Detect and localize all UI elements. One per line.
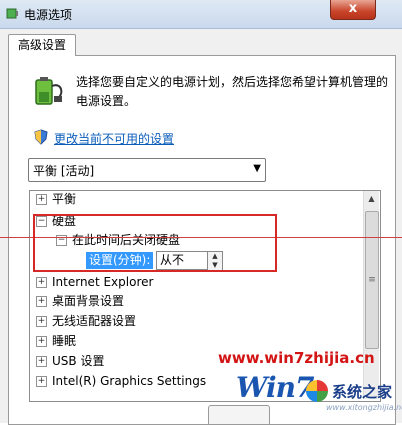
windows-logo-icon [306,380,328,402]
expand-icon[interactable]: + [36,296,47,307]
power-options-app-icon [6,8,18,19]
expand-icon[interactable]: + [36,316,47,327]
expand-icon[interactable]: + [36,336,47,347]
change-unavailable-settings-link[interactable]: 更改当前不可用的设置 [54,130,174,147]
tree-item-internet-explorer[interactable]: + Internet Explorer [36,274,153,291]
expand-icon[interactable]: + [36,194,47,205]
tree-item-label: Internet Explorer [52,275,154,289]
tree-item-label: USB 设置 [52,354,105,368]
title-bar: 电源选项 x [0,0,402,29]
uac-shield-icon [34,129,48,145]
tree-item-desktop-background[interactable]: + 桌面背景设置 [36,293,124,310]
watermark-site-name: 系统之家 [332,383,393,401]
watermark-win7-logo: Win7 [236,371,314,404]
scroll-thumb[interactable]: ≡ [365,211,379,349]
tree-item-intel-graphics[interactable]: + Intel(R) Graphics Settings [36,373,206,390]
power-plan-select[interactable]: 平衡 [活动] ▼ [28,158,266,182]
tree-item-sleep[interactable]: + 睡眠 [36,333,76,350]
battery-plug-icon [35,77,63,105]
power-plan-value: 平衡 [活动] [33,164,95,178]
close-icon: x [348,1,358,16]
tree-item-label: 睡眠 [52,334,77,348]
tree-item-label: 平衡 [52,192,77,206]
scroll-up-icon[interactable]: ▲ [364,191,379,206]
watermark-url: www.win7zhijia.cn [218,349,375,367]
expand-icon[interactable]: + [36,277,47,288]
tree-item-wireless-adapter[interactable]: + 无线适配器设置 [36,313,136,330]
tree-scrollbar[interactable]: ▲ ≡ [363,191,379,399]
expand-icon[interactable]: + [36,356,47,367]
tree-item-label: Intel(R) Graphics Settings [52,374,207,388]
chevron-down-icon: ▼ [253,163,261,174]
power-options-window: 电源选项 x 高级设置 选择您要自定义的电源计划，然后选择您希望计算机管理的电源… [0,0,402,425]
window-title: 电源选项 [24,8,73,22]
dialog-button-partial[interactable] [208,405,270,424]
tree-item-usb-settings[interactable]: + USB 设置 [36,353,104,370]
plan-description: 选择您要自定义的电源计划，然后选择您希望计算机管理的电源设置。 [76,75,389,108]
tree-item-balanced[interactable]: + 平衡 [36,191,76,208]
tab-advanced-settings[interactable]: 高级设置 [8,34,76,56]
watermark-domain: www.xitongzhijia.net [326,403,402,412]
close-button[interactable]: x [330,0,376,20]
annotation-highlight-box [33,214,277,272]
tree-item-label: 桌面背景设置 [52,294,125,308]
tree-item-label: 无线适配器设置 [52,314,137,328]
expand-icon[interactable]: + [36,376,47,387]
